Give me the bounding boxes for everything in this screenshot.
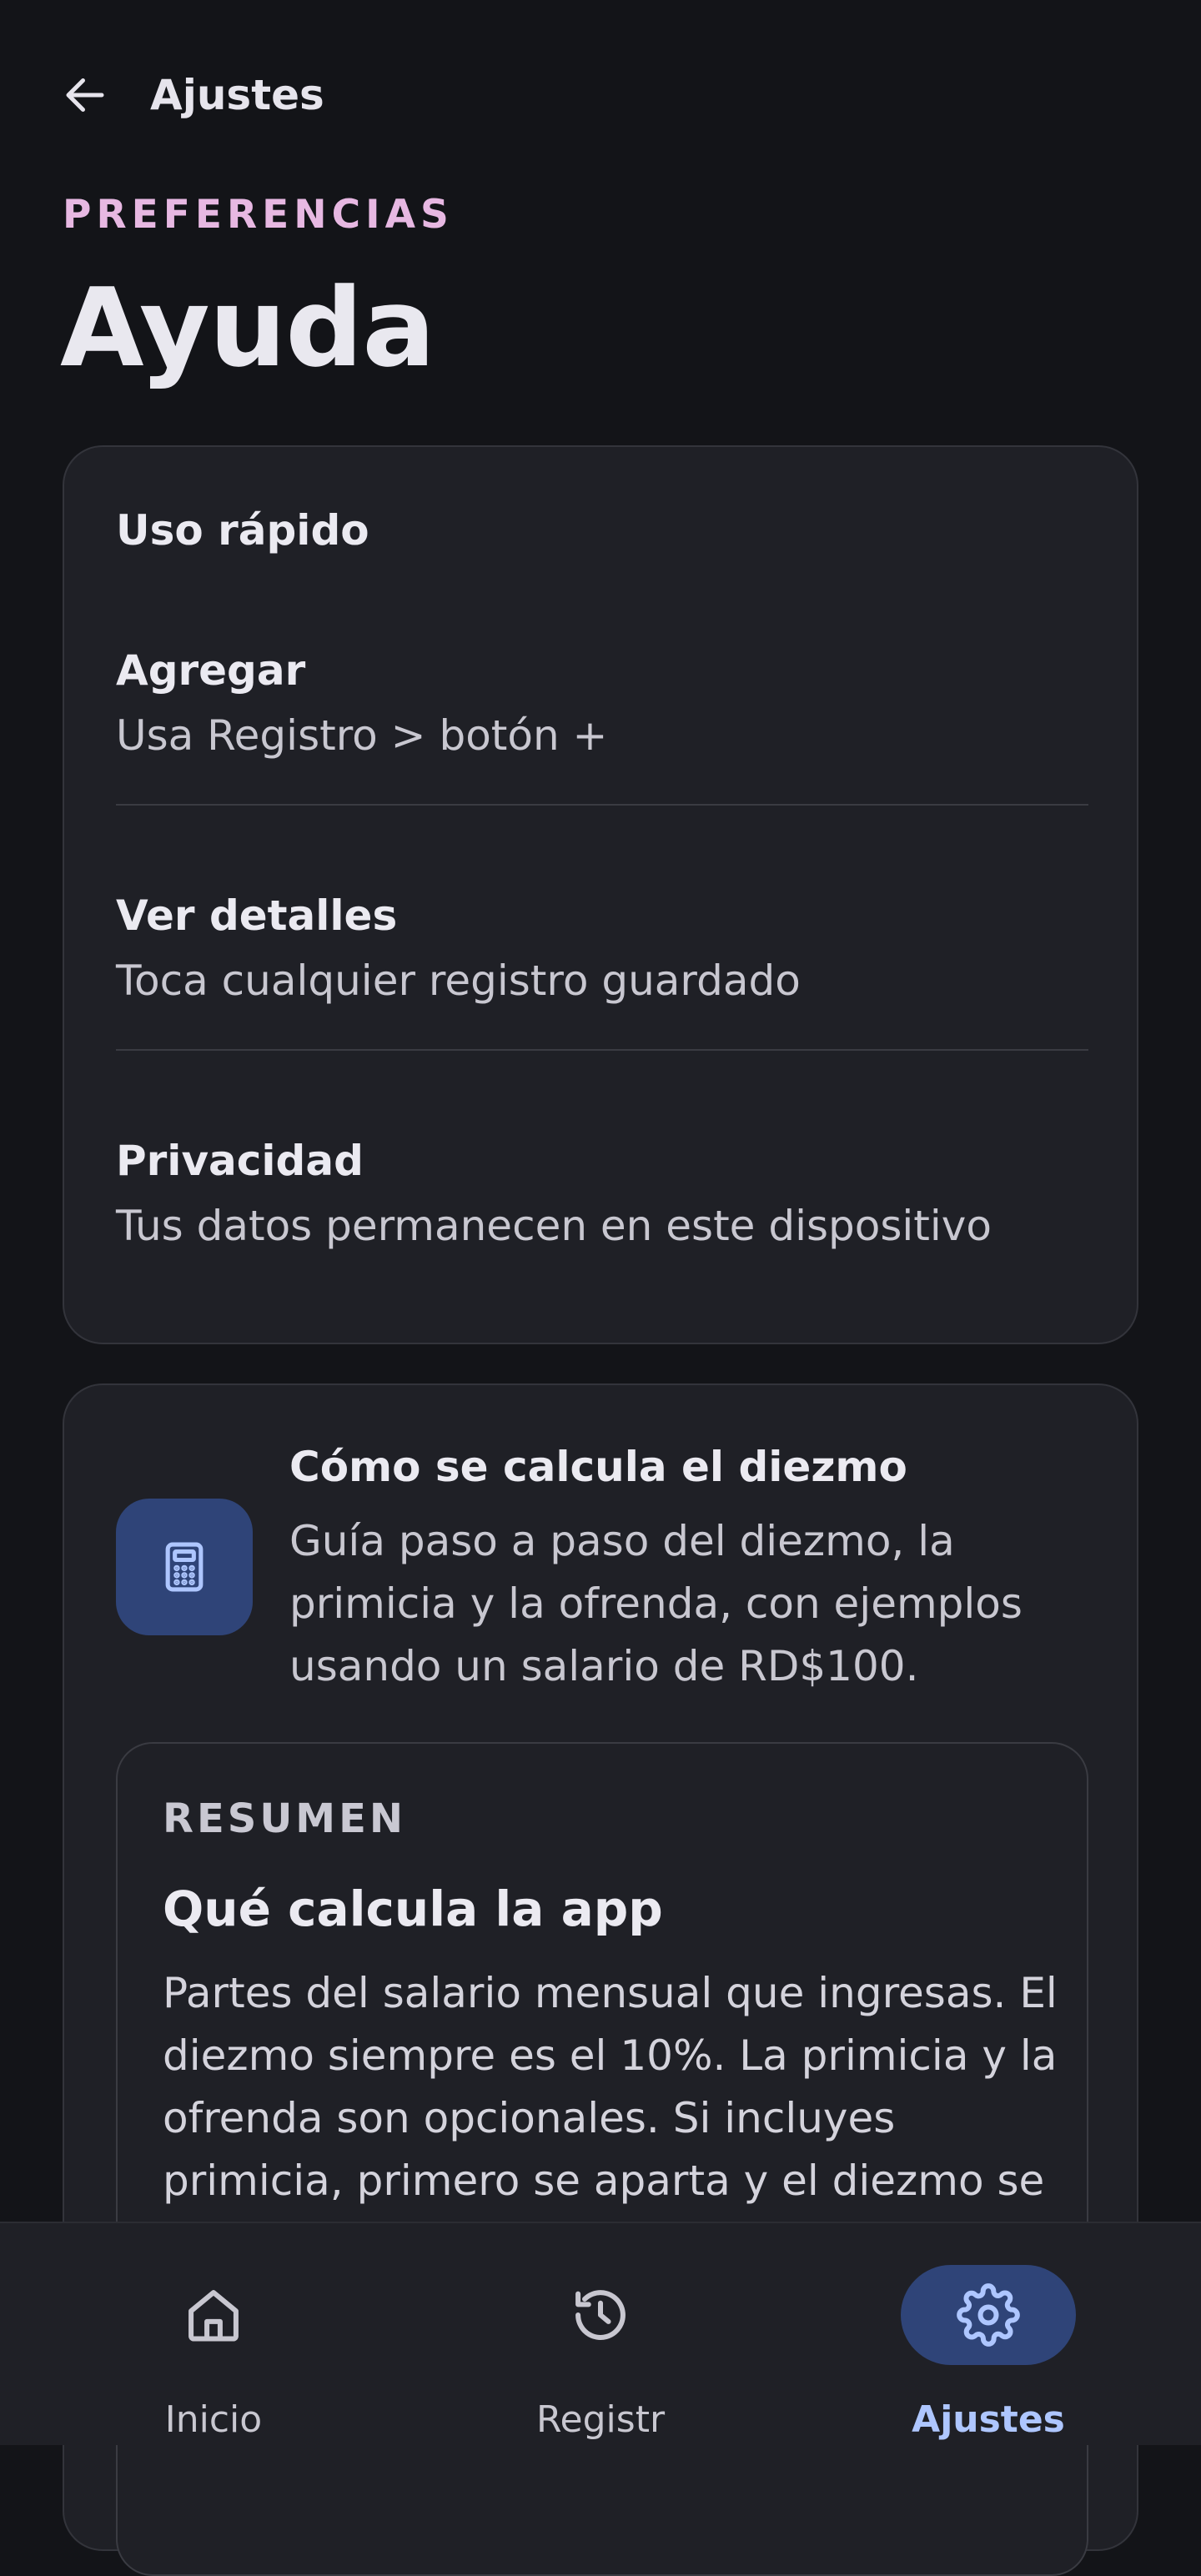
section-overline: PREFERENCIAS [63, 192, 454, 238]
nav-item-ajustes[interactable]: Ajustes [863, 2223, 1113, 2447]
guide-description: Guía paso a paso del diezmo, la primicia… [289, 1517, 1023, 1690]
help-item-title: Privacidad [116, 1137, 364, 1185]
topbar-title: Ajustes [150, 71, 324, 119]
nav-indicator-active [901, 2265, 1076, 2365]
back-button[interactable] [60, 65, 127, 125]
nav-label: Registr [535, 2398, 666, 2441]
nav-indicator [126, 2265, 301, 2365]
divider [116, 1049, 1088, 1051]
gear-icon [957, 2283, 1020, 2347]
help-item-description: Tus datos permanecen en este dispositivo [116, 1202, 992, 1250]
divider [116, 804, 1088, 806]
summary-title: Qué calcula la app [163, 1881, 663, 1937]
nav-label: Inicio [164, 2398, 263, 2441]
page-title: Ayuda [60, 264, 435, 391]
bottom-navigation: Inicio Registr Ajustes [0, 2222, 1201, 2445]
help-item-title: Ver detalles [116, 891, 398, 940]
nav-label: Ajustes [912, 2398, 1065, 2441]
help-item-description: Toca cualquier registro guardado [116, 957, 801, 1005]
summary-panel: RESUMEN Qué calcula la app Partes del sa… [116, 1742, 1088, 2576]
guide-title: Cómo se calcula el diezmo [289, 1443, 907, 1491]
help-item-description: Usa Registro > botón + [116, 711, 608, 760]
nav-item-inicio[interactable]: Inicio [88, 2223, 339, 2447]
quick-use-card: Uso rápido Agregar Usa Registro > botón … [63, 445, 1138, 1344]
summary-body: Partes del salario mensual que ingresas.… [163, 1969, 1058, 2205]
history-icon [575, 2290, 626, 2340]
help-item-details[interactable]: Ver detalles Toca cualquier registro gua… [116, 889, 1088, 1007]
quick-use-title: Uso rápido [116, 506, 369, 555]
help-item-title: Agregar [116, 646, 306, 695]
summary-overline: RESUMEN [163, 1795, 407, 1842]
help-item-add[interactable]: Agregar Usa Registro > botón + [116, 644, 1088, 762]
home-icon [188, 2290, 239, 2342]
arrow-left-icon [66, 78, 104, 112]
nav-item-registro[interactable]: Registr [475, 2223, 726, 2447]
calculator-icon-container [116, 1499, 253, 1635]
top-app-bar: Ajustes [0, 0, 1201, 192]
calculator-icon [165, 1542, 204, 1592]
help-item-privacy[interactable]: Privacidad Tus datos permanecen en este … [116, 1134, 1088, 1253]
nav-indicator [513, 2265, 688, 2365]
